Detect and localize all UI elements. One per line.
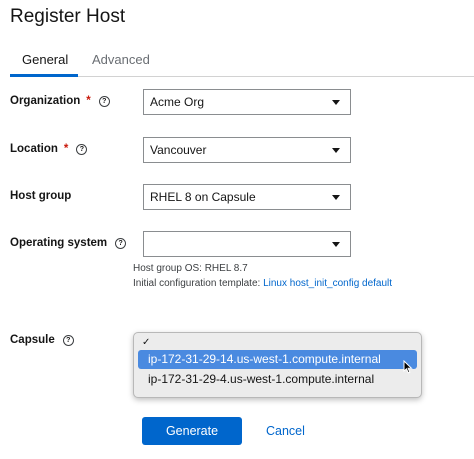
tab-general[interactable]: General [22, 52, 68, 68]
required-marker: * [63, 143, 69, 155]
checkmark-icon: ✓ [142, 337, 151, 348]
required-marker: * [86, 95, 91, 107]
help-icon[interactable]: ? [115, 237, 127, 249]
tabs-divider [10, 76, 474, 77]
host-group-select[interactable]: RHEL 8 on Capsule [143, 184, 351, 210]
location-label: Location * ? [10, 143, 88, 155]
help-icon[interactable]: ? [62, 334, 74, 346]
cancel-button[interactable]: Cancel [258, 417, 313, 445]
tab-bar: General Advanced [10, 52, 474, 78]
operating-system-select[interactable] [143, 231, 351, 257]
mouse-pointer-icon [403, 360, 413, 374]
capsule-option[interactable]: ip-172-31-29-14.us-west-1.compute.intern… [138, 350, 417, 369]
capsule-option[interactable]: ip-172-31-29-4.us-west-1.compute.interna… [138, 370, 417, 389]
organization-value: Acme Org [150, 95, 205, 109]
capsule-label: Capsule ? [10, 334, 74, 346]
template-link[interactable]: Linux host_init_config default [263, 278, 392, 289]
help-icon[interactable]: ? [98, 95, 110, 107]
capsule-dropdown-menu: ✓ ip-172-31-29-14.us-west-1.compute.inte… [133, 332, 422, 398]
operating-system-label: Operating system ? [10, 237, 127, 249]
page-title: Register Host [10, 6, 126, 27]
location-select[interactable]: Vancouver [143, 137, 351, 163]
active-tab-indicator [10, 74, 78, 77]
host-group-label-text: Host group [10, 190, 72, 202]
help-icon[interactable]: ? [76, 143, 88, 155]
host-group-value: RHEL 8 on Capsule [150, 190, 256, 204]
location-value: Vancouver [150, 143, 207, 157]
operating-system-hint: Host group OS: RHEL 8.7 Initial configur… [133, 261, 392, 291]
caret-down-icon [332, 100, 340, 105]
generate-button[interactable]: Generate [142, 417, 242, 445]
organization-select[interactable]: Acme Org [143, 89, 351, 115]
caret-down-icon [332, 195, 340, 200]
capsule-label-text: Capsule [10, 334, 55, 346]
organization-label: Organization * ? [10, 95, 110, 107]
caret-down-icon [332, 242, 340, 247]
organization-label-text: Organization [10, 95, 81, 107]
host-group-os-text: Host group OS: RHEL 8.7 [133, 263, 248, 274]
location-label-text: Location [10, 143, 58, 155]
operating-system-label-text: Operating system [10, 237, 108, 249]
tab-advanced[interactable]: Advanced [92, 52, 150, 68]
host-group-label: Host group [10, 190, 71, 202]
template-hint-prefix: Initial configuration template: [133, 278, 261, 289]
template-hint: Initial configuration template: Linux ho… [133, 276, 392, 291]
caret-down-icon [332, 148, 340, 153]
